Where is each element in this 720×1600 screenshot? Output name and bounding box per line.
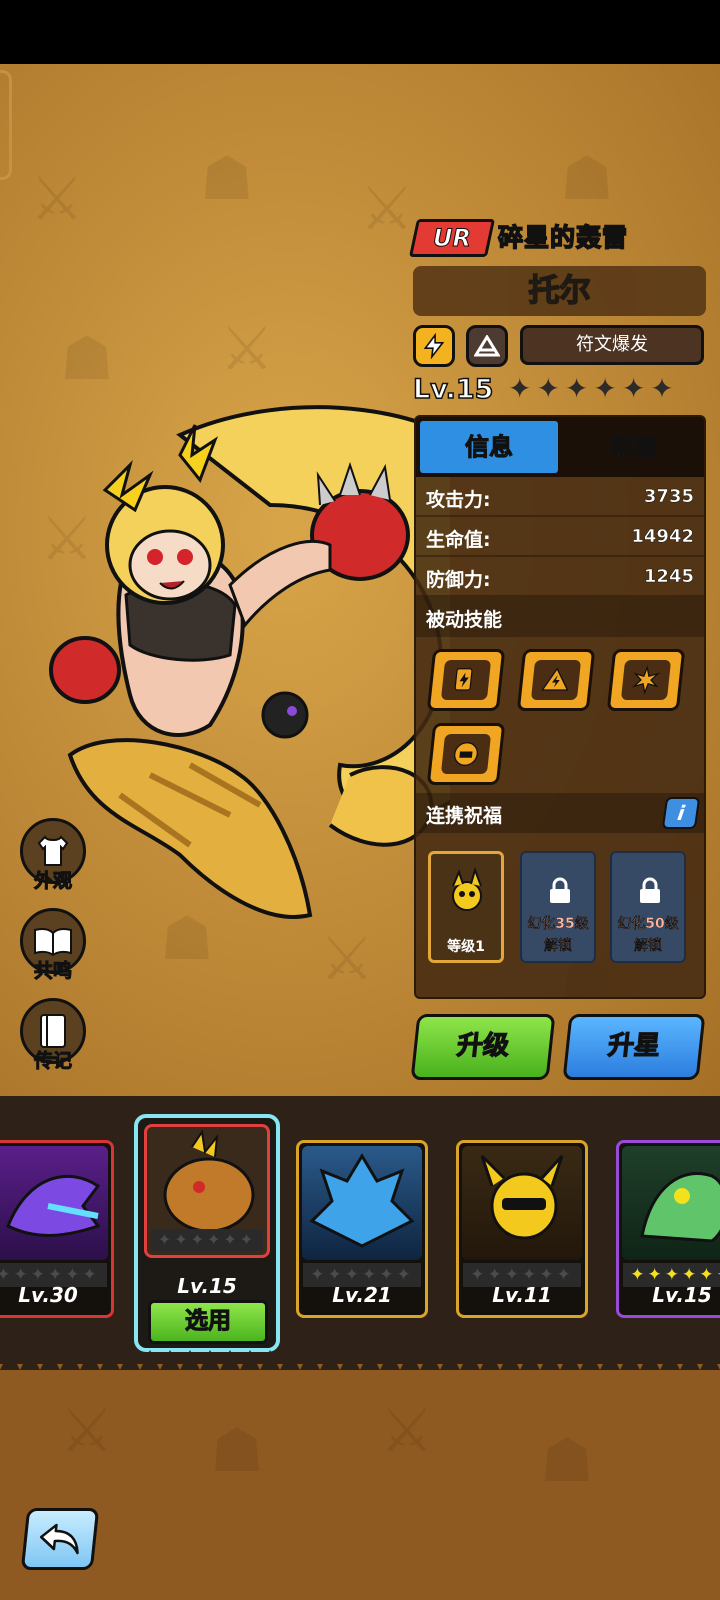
roster-level: Lv.11 xyxy=(492,1283,552,1307)
roster-portrait xyxy=(622,1146,720,1260)
roster-portrait xyxy=(0,1146,108,1260)
element-lightning-icon[interactable] xyxy=(413,325,455,367)
roster-card[interactable]: ✦✦✦✦✦✦ Lv.15 xyxy=(616,1140,720,1318)
combo-blessing-header: 连携祝福 i xyxy=(416,793,704,833)
tab-info[interactable]: 信息 xyxy=(420,421,558,473)
combo-card-label: 解锁 xyxy=(544,938,572,954)
passive-skill-lightning-icon[interactable] xyxy=(516,649,596,711)
roster-card[interactable]: ✦✦✦✦✦✦ Lv.11 xyxy=(456,1140,588,1318)
character-illustration xyxy=(49,405,450,919)
roster-portrait xyxy=(462,1146,582,1260)
lock-icon xyxy=(640,877,660,903)
pumpkin-portrait xyxy=(163,1129,255,1233)
spike-divider xyxy=(0,1350,720,1370)
roster-card[interactable]: ✦✦✦✦✦✦ Lv.30 xyxy=(0,1140,114,1318)
class-triangle-icon[interactable] xyxy=(466,325,508,367)
stat-row-attack: 攻击力: 3735 xyxy=(416,477,704,517)
passive-skill-card-icon[interactable] xyxy=(426,649,506,711)
stat-label: 攻击力: xyxy=(426,489,491,511)
skill-name-button[interactable]: 符文爆发 xyxy=(520,325,704,365)
combo-card-locked[interactable]: 幻化50级 解锁 xyxy=(610,851,686,963)
side-label: 外观 xyxy=(33,870,72,893)
back-arrow-icon xyxy=(39,1523,79,1555)
combo-card-label: 幻化35级 xyxy=(527,916,589,932)
character-title: 碎星的轰雷 xyxy=(497,222,629,253)
roster-level: Lv.15 xyxy=(177,1274,237,1298)
combo-card-owned[interactable]: 等级1 xyxy=(428,851,504,963)
info-panel: 信息 祝福 攻击力: 3735 生命值: 14942 防御力: 1245 被动技… xyxy=(414,415,706,999)
passive-skill-fist-icon[interactable] xyxy=(426,723,506,785)
stat-value: 1245 xyxy=(643,566,695,588)
roster-stars: ✦✦✦✦✦✦ xyxy=(151,1229,263,1251)
combo-card-locked[interactable]: 幻化35级 解锁 xyxy=(520,851,596,963)
combo-card-label: 等级1 xyxy=(447,939,485,955)
stat-label: 防御力: xyxy=(426,569,491,591)
passive-skill-burst-icon[interactable] xyxy=(606,649,686,711)
section-title: 被动技能 xyxy=(426,609,503,631)
roster-card[interactable]: ✦✦✦✦✦✦ Lv.21 xyxy=(296,1140,428,1318)
rarity-badge: UR xyxy=(408,219,496,257)
section-title: 连携祝福 xyxy=(426,805,503,827)
stat-row-hp: 生命值: 14942 xyxy=(416,517,704,557)
roster-level: Lv.30 xyxy=(18,1283,78,1307)
star-up-button[interactable]: 升星 xyxy=(562,1014,706,1080)
roster-level: Lv.21 xyxy=(332,1283,392,1307)
roster-portrait xyxy=(302,1146,422,1260)
character-name-box: 托尔 xyxy=(413,266,706,316)
stat-label: 生命值: xyxy=(426,529,491,551)
character-name: 托尔 xyxy=(528,272,592,310)
shirt-icon xyxy=(37,835,69,866)
pet-portrait-icon xyxy=(452,868,482,911)
side-label: 传记 xyxy=(33,1050,72,1073)
side-frame xyxy=(0,70,12,180)
passive-skills-header: 被动技能 xyxy=(416,597,704,637)
select-button[interactable]: 选用 xyxy=(148,1300,268,1344)
stat-row-defense: 防御力: 1245 xyxy=(416,557,704,597)
star-rating: ✦✦✦✦✦✦ xyxy=(508,372,679,405)
info-icon[interactable]: i xyxy=(661,797,701,829)
roster-level: Lv.15 xyxy=(652,1283,712,1307)
roster-portrait: ✦✦✦✦✦✦ xyxy=(144,1124,270,1258)
back-button[interactable] xyxy=(20,1508,100,1570)
upgrade-button[interactable]: 升级 xyxy=(410,1014,556,1080)
roster-card-selected[interactable]: ✦✦✦✦✦✦ Lv.15 选用 xyxy=(134,1114,280,1352)
side-label: 共鸣 xyxy=(33,960,72,983)
combo-card-label: 解锁 xyxy=(634,938,662,954)
combo-card-label: 幻化50级 xyxy=(617,916,679,932)
journal-icon xyxy=(40,1014,66,1048)
character-level: Lv.15 xyxy=(412,373,494,406)
stat-value: 3735 xyxy=(643,486,695,508)
tab-blessing[interactable]: 祝福 xyxy=(562,421,704,473)
lock-icon xyxy=(550,877,570,903)
status-bar xyxy=(0,0,720,64)
panel-tabs: 信息 祝福 xyxy=(416,417,704,477)
stat-value: 14942 xyxy=(631,526,694,548)
book-icon xyxy=(34,928,72,956)
